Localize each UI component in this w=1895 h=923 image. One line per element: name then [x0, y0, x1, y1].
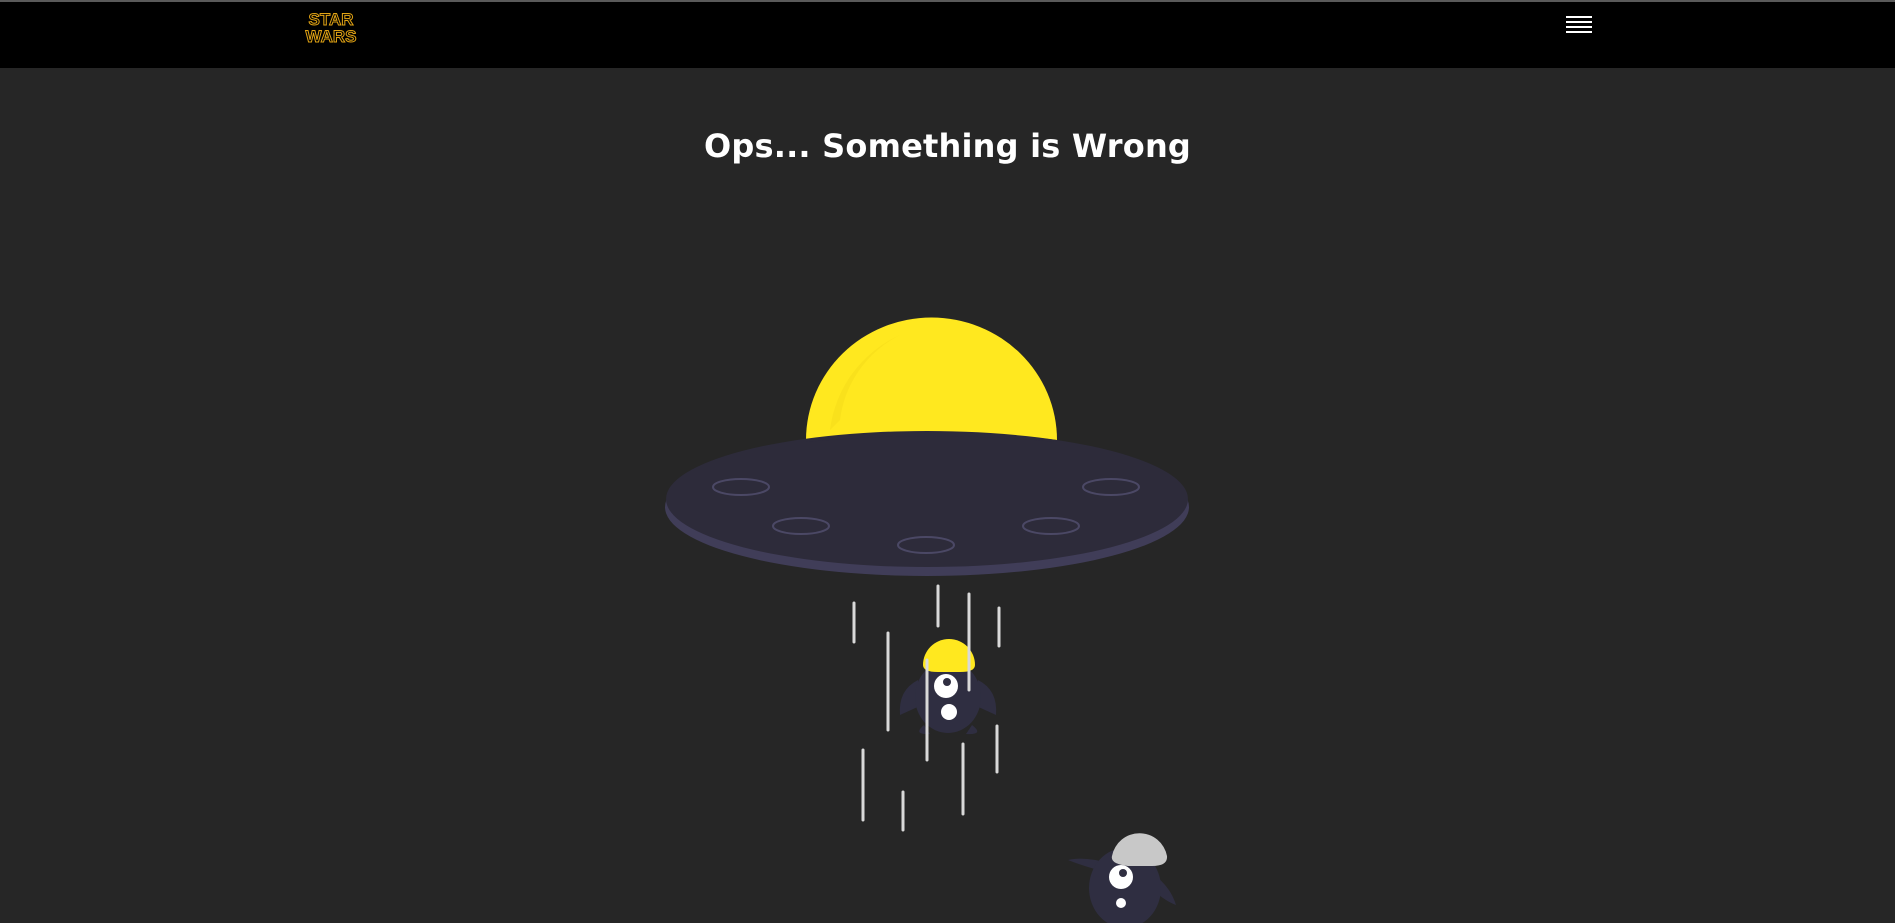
ufo-saucer: [665, 431, 1189, 576]
ufo-illustration: [665, 317, 1189, 923]
alien-abducted: [899, 639, 997, 735]
alien-ground: [1068, 833, 1176, 923]
ufo-dome: [805, 317, 1057, 440]
